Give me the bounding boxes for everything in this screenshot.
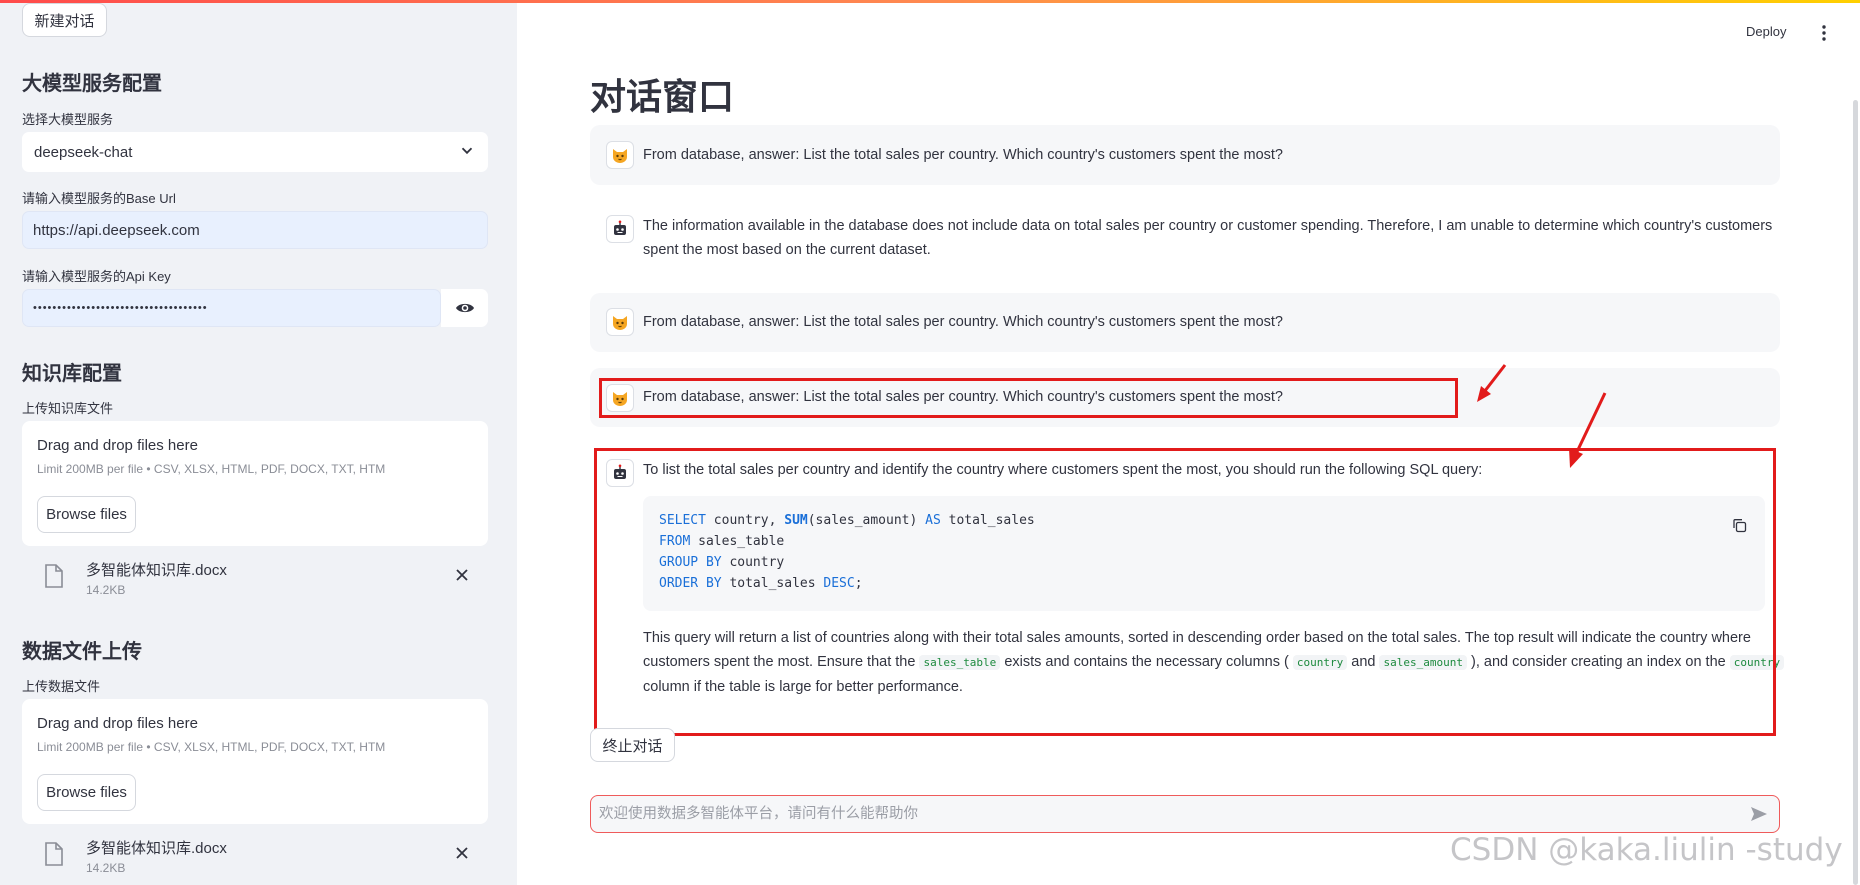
- chat-input[interactable]: [599, 800, 1729, 828]
- kb-upload-label: 上传知识库文件: [22, 401, 114, 416]
- data-upload-title: 数据文件上传: [22, 641, 142, 663]
- annotation-box: [594, 448, 1776, 736]
- file-size: 14.2KB: [86, 583, 126, 597]
- data-dropzone[interactable]: Drag and drop files here Limit 200MB per…: [22, 699, 488, 824]
- api-key-label: 请输入模型服务的Api Key: [22, 269, 171, 284]
- message-text: From database, answer: List the total sa…: [643, 147, 1283, 163]
- message-text: The information available in the databas…: [643, 214, 1772, 262]
- stop-chat-button[interactable]: 终止对话: [590, 728, 675, 762]
- app-root: 新建对话 大模型服务配置 选择大模型服务 deepseek-chat 请输入模型…: [0, 0, 1860, 885]
- service-select-value: deepseek-chat: [34, 143, 133, 161]
- kb-config-title: 知识库配置: [22, 363, 122, 385]
- annotation-arrow-icon: [1477, 364, 1507, 402]
- chevron-down-icon: [461, 147, 473, 155]
- select-service-label: 选择大模型服务: [22, 112, 114, 127]
- api-key-input[interactable]: ••••••••••••••••••••••••••••••••••••: [22, 289, 441, 327]
- data-uploaded-file: 多智能体知识库.docx 14.2KB: [22, 829, 488, 879]
- robot-icon: [606, 215, 634, 243]
- dropzone-title: Drag and drop files here: [37, 715, 198, 732]
- close-icon[interactable]: [455, 846, 469, 860]
- dropzone-limit: Limit 200MB per file • CSV, XLSX, HTML, …: [37, 740, 386, 754]
- annotation-arrow-icon: [1569, 392, 1607, 468]
- sidebar: 新建对话 大模型服务配置 选择大模型服务 deepseek-chat 请输入模型…: [0, 3, 517, 885]
- kb-uploaded-file: 多智能体知识库.docx 14.2KB: [22, 551, 488, 601]
- chat-message-user: From database, answer: List the total sa…: [590, 293, 1780, 352]
- dropzone-limit: Limit 200MB per file • CSV, XLSX, HTML, …: [37, 462, 386, 476]
- data-upload-label: 上传数据文件: [22, 679, 101, 694]
- file-size: 14.2KB: [86, 861, 126, 875]
- close-icon[interactable]: [455, 568, 469, 582]
- data-browse-button[interactable]: Browse files: [37, 774, 136, 811]
- file-name: 多智能体知识库.docx: [86, 562, 227, 579]
- watermark: CSDN @kaka.liulin -study: [1450, 832, 1843, 868]
- message-line: spent the most based on the current data…: [643, 242, 931, 258]
- cat-icon: [606, 308, 634, 336]
- chat-message-user: From database, answer: List the total sa…: [590, 125, 1780, 185]
- cat-icon: [606, 141, 634, 169]
- show-password-button[interactable]: [441, 289, 488, 327]
- send-icon[interactable]: [1749, 804, 1769, 824]
- file-icon: [45, 842, 63, 866]
- message-line: The information available in the databas…: [643, 218, 1773, 234]
- scrollbar[interactable]: [1853, 100, 1858, 885]
- kb-dropzone[interactable]: Drag and drop files here Limit 200MB per…: [22, 421, 488, 546]
- dropzone-title: Drag and drop files here: [37, 437, 198, 454]
- page-title: 对话窗口: [590, 76, 735, 117]
- service-select[interactable]: deepseek-chat: [22, 132, 488, 172]
- message-text: From database, answer: List the total sa…: [643, 314, 1283, 330]
- chat-input-box[interactable]: [590, 795, 1780, 833]
- base-url-input[interactable]: https://api.deepseek.com: [22, 211, 488, 249]
- eye-icon: [455, 303, 474, 313]
- file-name: 多智能体知识库.docx: [86, 840, 227, 857]
- annotation-box: [599, 378, 1458, 418]
- kb-browse-button[interactable]: Browse files: [37, 496, 136, 533]
- deploy-button[interactable]: Deploy: [1746, 24, 1786, 39]
- chat-message-assistant: The information available in the databas…: [590, 198, 1780, 273]
- llm-config-title: 大模型服务配置: [22, 73, 162, 95]
- kebab-menu-icon[interactable]: [1820, 24, 1828, 42]
- base-url-label: 请输入模型服务的Base Url: [22, 191, 176, 206]
- new-chat-button[interactable]: 新建对话: [22, 3, 107, 37]
- file-icon: [45, 564, 63, 588]
